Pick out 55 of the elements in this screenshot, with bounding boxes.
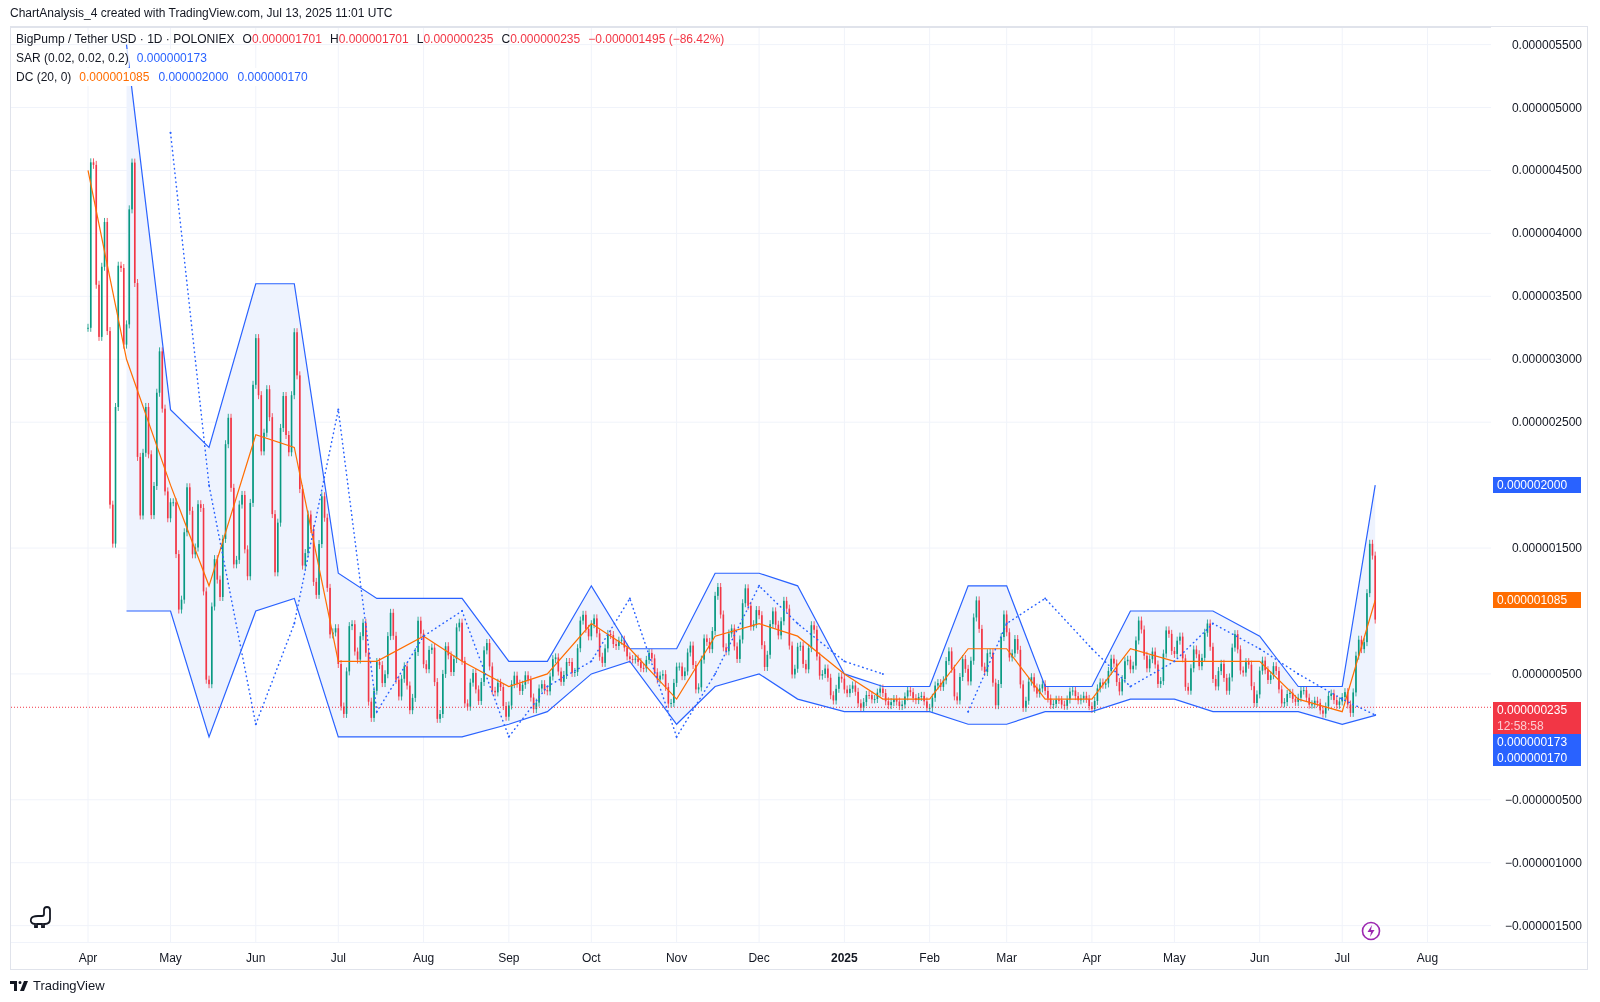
- time-scale-label: May: [159, 950, 182, 967]
- ohlc-label: L: [416, 31, 424, 48]
- time-scale-label: Feb: [919, 950, 940, 967]
- indicator-value: 0.000002000: [157, 68, 230, 86]
- price-value: 0.000000173: [1497, 734, 1569, 751]
- indicator-value: 0.000000173: [135, 49, 208, 67]
- price-scale-label: 0.000004500: [1511, 163, 1582, 178]
- ohlc-value: 0.000001701: [338, 31, 409, 48]
- time-scale-label: Aug: [412, 950, 435, 967]
- chart-attribution: ChartAnalysis_4 created with TradingView.com, Jul 13, 2025 11:01 UTC: [10, 5, 393, 22]
- price-scale-label: 0.000004000: [1511, 226, 1582, 241]
- brand-logo-icon: [10, 981, 28, 991]
- time-scale-label: Jul: [330, 950, 346, 967]
- price-change: −0.000001495 (−86.42%): [588, 31, 725, 48]
- time-scale-label: 2025: [831, 950, 858, 967]
- price-scale-label: 0.000001500: [1511, 541, 1582, 556]
- price-scale-label: 0.000003500: [1511, 289, 1582, 304]
- time-scale-label: Sep: [498, 950, 520, 967]
- time-scale-label: Mar: [996, 950, 1017, 967]
- ohlc-label: C: [501, 31, 511, 48]
- indicator-name: SAR (0.02, 0.02, 0.2): [16, 49, 129, 67]
- ohlc-value: 0.000001701: [251, 31, 322, 48]
- dinosaur-icon[interactable]: [28, 904, 54, 930]
- time-scale-label: Apr: [78, 950, 98, 967]
- time-scale-label: Jun: [246, 950, 266, 967]
- price-scale-label: −0.000000500: [1504, 792, 1582, 807]
- time-scale-label: Aug: [1416, 950, 1439, 967]
- symbol-title: BigPump / Tether USD · 1D · POLONIEX: [16, 31, 235, 48]
- price-scale-label: 0.000005500: [1511, 37, 1582, 52]
- time-scale-label: Jul: [1334, 950, 1350, 967]
- time-scale-label: Apr: [1082, 950, 1102, 967]
- time-scale-label: Oct: [582, 950, 601, 967]
- price-value: 0.000001085: [1497, 592, 1569, 609]
- time-scale-label: Jun: [1250, 950, 1270, 967]
- lightning-icon[interactable]: [1361, 921, 1381, 941]
- price-value: 0.000000170: [1497, 750, 1569, 767]
- price-scale-label: 0.000000500: [1511, 666, 1582, 681]
- price-scale-label: −0.000001000: [1504, 855, 1582, 870]
- indicator-value: 0.000000170: [236, 68, 309, 86]
- time-scale-label: May: [1163, 950, 1186, 967]
- price-scale-label: −0.000001500: [1504, 918, 1582, 933]
- price-scale-label: 0.000002500: [1511, 415, 1582, 430]
- price-scale-label: 0.000003000: [1511, 352, 1582, 367]
- ohlc-value: 0.000000235: [423, 31, 494, 48]
- bar-countdown: 12:58:58: [1497, 718, 1545, 735]
- price-scale-label: 0.000005000: [1511, 100, 1582, 115]
- ohlc-label: H: [329, 31, 339, 48]
- brand-name: TradingView: [33, 977, 105, 996]
- indicator-value: 0.000001085: [78, 68, 151, 86]
- ohlc-label: O: [242, 31, 252, 48]
- price-value: 0.000002000: [1497, 477, 1569, 494]
- time-scale-label: Dec: [748, 950, 770, 967]
- time-scale-label: Nov: [665, 950, 688, 967]
- price-value: 0.000000235: [1497, 702, 1569, 719]
- ohlc-value: 0.000000235: [510, 31, 581, 48]
